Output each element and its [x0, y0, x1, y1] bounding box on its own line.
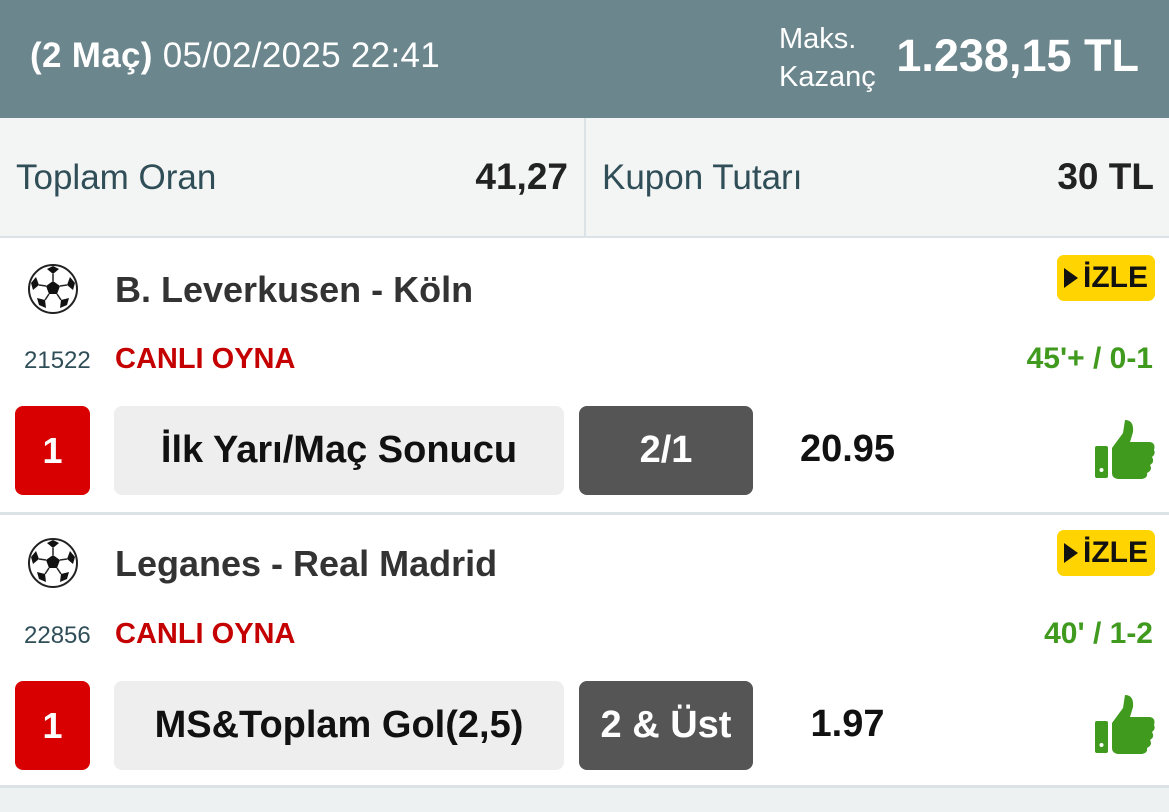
total-odds-label: Toplam Oran [16, 158, 217, 197]
play-icon [1064, 543, 1078, 563]
watch-button[interactable]: İZLE [1057, 255, 1155, 301]
live-play-link[interactable]: CANLI OYNA [115, 618, 295, 651]
market-name: İlk Yarı/Maç Sonucu [114, 406, 564, 495]
thumbs-up-icon[interactable] [1092, 693, 1156, 757]
match-card: Leganes - Real Madrid İZLE 22856 CANLI O… [0, 515, 1169, 789]
live-play-link[interactable]: CANLI OYNA [115, 343, 295, 376]
max-win-label-line2: Kazanç [779, 61, 876, 93]
coupon-datetime: 05/02/2025 22:41 [162, 36, 440, 75]
coupon-amount-value: 30 TL [1057, 156, 1154, 197]
odds-value: 20.95 [799, 428, 896, 470]
coupon-info: (2 Maç) 05/02/2025 22:41 [30, 36, 440, 76]
match-teams: B. Leverkusen - Köln [115, 269, 474, 310]
pick-number-badge: 1 [15, 406, 90, 495]
selection-box: 2 & Üst [579, 681, 753, 770]
watch-button[interactable]: İZLE [1057, 530, 1155, 576]
coupon-amount-label: Kupon Tutarı [602, 158, 803, 197]
soccer-ball-icon [28, 264, 78, 314]
watch-label: İZLE [1083, 261, 1148, 294]
pick-number-badge: 1 [15, 681, 90, 770]
coupon-summary: Toplam Oran 41,27 Kupon Tutarı 30 TL [0, 118, 1169, 238]
match-teams: Leganes - Real Madrid [115, 543, 498, 584]
odds-value: 1.97 [810, 703, 885, 745]
match-status: 40' / 1-2 [1044, 617, 1153, 650]
soccer-ball-icon [28, 538, 78, 588]
match-status: 45'+ / 0-1 [1026, 342, 1153, 375]
coupon-header: (2 Maç) 05/02/2025 22:41 Maks. Kazanç 1.… [0, 0, 1169, 118]
watch-label: İZLE [1083, 536, 1148, 569]
play-icon [1064, 268, 1078, 288]
match-code: 22856 [24, 622, 91, 649]
match-code: 21522 [24, 347, 91, 374]
max-win-amount: 1.238,15 TL [896, 30, 1139, 81]
max-win-label-line1: Maks. [779, 23, 857, 55]
total-odds-value: 41,27 [475, 156, 568, 197]
market-name: MS&Toplam Gol(2,5) [114, 681, 564, 770]
bottom-strip [0, 785, 1169, 812]
match-count: (2 Maç) [30, 36, 153, 75]
summary-divider [584, 118, 586, 236]
selection-box: 2/1 [579, 406, 753, 495]
max-win-label: Maks. Kazanç [779, 20, 876, 96]
thumbs-up-icon[interactable] [1092, 418, 1156, 482]
match-card: B. Leverkusen - Köln İZLE 21522 CANLI OY… [0, 238, 1169, 512]
